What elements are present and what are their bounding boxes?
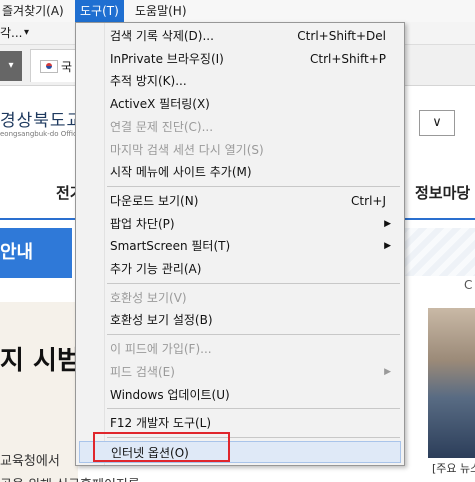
info-banner: 안내 xyxy=(0,228,72,278)
notice-paragraph-1: 교육청에서 xyxy=(0,454,60,469)
decorative-pattern xyxy=(402,228,475,276)
menu-tools[interactable]: 도구(T) xyxy=(75,0,124,22)
submenu-arrow-icon: ▶ xyxy=(384,366,391,377)
notice-headline: 지 시범 xyxy=(0,346,81,376)
menu-item[interactable]: 다운로드 보기(N) Ctrl+J xyxy=(79,190,401,212)
menu-item-label: SmartScreen 필터(T) xyxy=(110,239,231,254)
menu-item[interactable]: SmartScreen 필터(T) ▶ xyxy=(79,235,401,257)
site-logo-text[interactable]: 경상북도교 xyxy=(0,106,83,131)
menu-item-label: 시작 메뉴에 사이트 추가(M) xyxy=(110,165,252,180)
submenu-arrow-icon: ▶ xyxy=(384,218,391,229)
menu-item-label: 추적 방지(K)... xyxy=(110,74,187,89)
menu-separator xyxy=(107,408,400,410)
menu-item-label: 팝업 차단(P) xyxy=(110,216,175,231)
menu-item-label: 마지막 검색 세션 다시 열기(S) xyxy=(110,142,264,157)
menu-item-label: F12 개발자 도구(L) xyxy=(110,416,212,431)
menu-item-label: Windows 업데이트(U) xyxy=(110,387,230,402)
menu-item: 연결 문제 진단(C)... xyxy=(79,116,401,138)
menu-separator xyxy=(107,282,400,284)
highlight-box xyxy=(93,432,230,462)
menu-item-label: 검색 기록 삭제(D)... xyxy=(110,29,214,43)
tab-scroll-button[interactable]: ▾ xyxy=(0,51,22,81)
nav-item-info[interactable]: 정보마당 xyxy=(415,168,470,218)
menu-item[interactable]: 팝업 차단(P) ▶ xyxy=(79,213,401,235)
menu-item-label: 피드 검색(E) xyxy=(110,364,175,379)
menu-item-label: InPrivate 브라우징(I) xyxy=(110,51,224,66)
menu-item-label: 호환성 보기(V) xyxy=(110,290,187,305)
menu-item: 이 피드에 가입(F)... xyxy=(79,338,401,360)
menu-item-shortcut: Ctrl+Shift+Del xyxy=(297,29,386,43)
menu-bar: 즐겨찾기(A) 도구(T) 도움말(H) xyxy=(0,0,475,23)
menu-item[interactable]: 추적 방지(K)... xyxy=(79,70,401,92)
menu-help[interactable]: 도움말(H) xyxy=(130,0,192,22)
menu-item: 피드 검색(E) ▶ xyxy=(79,361,401,383)
address-dropdown-icon[interactable]: ▾ xyxy=(24,22,29,44)
menu-item[interactable]: 검색 기록 삭제(D)... Ctrl+Shift+Del xyxy=(79,25,401,47)
menu-separator xyxy=(107,185,400,187)
menu-favorites[interactable]: 즐겨찾기(A) xyxy=(0,0,69,22)
tab-title: 국 xyxy=(61,60,73,74)
menu-item-label: 연결 문제 진단(C)... xyxy=(110,119,214,134)
menu-item-shortcut: Ctrl+Shift+P xyxy=(310,51,386,66)
menu-item: 호환성 보기(V) xyxy=(79,287,401,309)
menu-item-label: ActiveX 필터링(X) xyxy=(110,97,210,112)
site-select-dropdown[interactable]: ∨ xyxy=(419,110,455,136)
menu-item-label: 이 피드에 가입(F)... xyxy=(110,342,212,357)
menu-item-shortcut: Ctrl+J xyxy=(351,193,386,208)
menu-item[interactable]: Windows 업데이트(U) xyxy=(79,384,401,406)
news-photo[interactable] xyxy=(428,308,475,458)
site-logo-subtext: eongsangbuk-do Office xyxy=(0,130,82,138)
menu-item-label: 다운로드 보기(N) xyxy=(110,193,199,208)
menu-item[interactable]: ActiveX 필터링(X) xyxy=(79,93,401,115)
menu-item[interactable]: InPrivate 브라우징(I) Ctrl+Shift+P xyxy=(79,48,401,70)
menu-item: 마지막 검색 세션 다시 열기(S) xyxy=(79,139,401,161)
right-column: C [주요 뉴스 xyxy=(402,228,475,482)
menu-item[interactable]: 추가 기능 관리(A) xyxy=(79,258,401,280)
news-caption[interactable]: [주요 뉴스 xyxy=(432,460,475,476)
menu-item[interactable]: F12 개발자 도구(L) xyxy=(79,412,401,434)
menu-item-label: 호환성 보기 설정(B) xyxy=(110,313,213,328)
korea-flag-icon xyxy=(40,60,58,73)
menu-item[interactable]: 시작 메뉴에 사이트 추가(M) xyxy=(79,161,401,183)
menu-separator xyxy=(107,334,400,336)
menu-item[interactable]: 호환성 보기 설정(B) xyxy=(79,309,401,331)
notice-paragraph-2: 공을 위해 신규홈페이지를 xyxy=(0,474,140,482)
submenu-arrow-icon: ▶ xyxy=(384,241,391,252)
menu-item-label: 추가 기능 관리(A) xyxy=(110,262,202,276)
address-text: 각... xyxy=(0,26,23,40)
right-column-letter: C xyxy=(464,278,473,292)
tools-menu: 검색 기록 삭제(D)... Ctrl+Shift+Del InPrivate 브라… xyxy=(75,22,405,466)
notice-content: 지 시범 교육청에서 공을 위해 신규홈페이지를 xyxy=(0,302,140,482)
